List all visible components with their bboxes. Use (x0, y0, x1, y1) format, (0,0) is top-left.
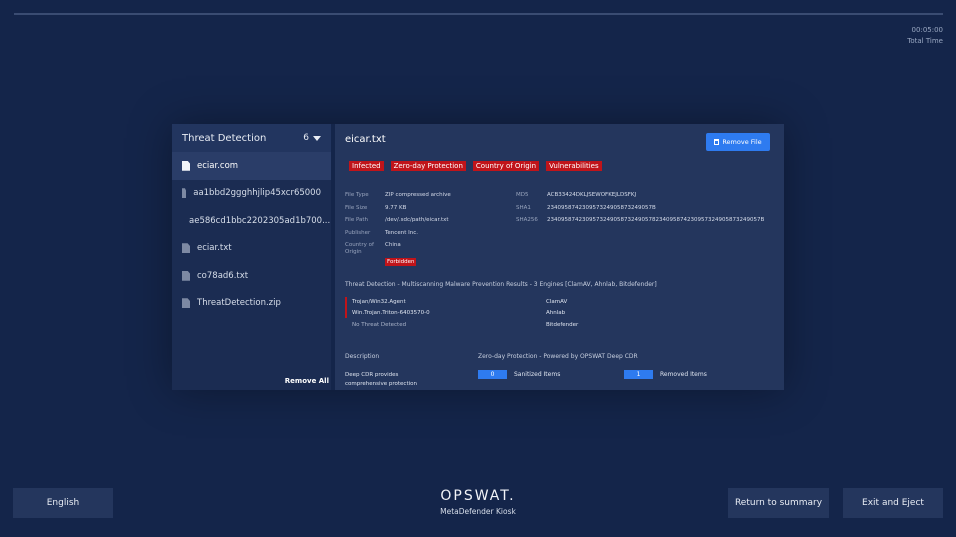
file-icon (182, 160, 190, 171)
tag-zero-day[interactable]: Zero-day Protection (390, 161, 466, 171)
removed-count: 1 (624, 370, 653, 379)
threat-tags: Infected Zero-day Protection Country of … (349, 161, 602, 171)
engine-results: Trojan/Win32.Agent ClamAV Win.Trojan.Trit… (345, 296, 765, 331)
file-title: eicar.txt (345, 134, 386, 145)
return-to-summary-button[interactable]: Return to summary (728, 488, 829, 518)
removed-items-stat: 1 Removed Items (624, 370, 707, 379)
results-panel: Threat Detection 6 eciar.com aa1bbd2ggghh… (172, 124, 784, 390)
remove-all-button[interactable]: Remove All (285, 377, 329, 385)
description-label: Description (345, 353, 380, 360)
file-list-item[interactable]: aa1bbd2ggghhjlip45xcr65000 (172, 180, 331, 208)
threat-detection-title: Threat Detection - Multiscanning Malware… (345, 281, 657, 288)
meta-row: File Path/dev/.sdc/path/eicar.txt (345, 217, 449, 223)
timer-value: 00:05:00 (911, 26, 943, 34)
file-name: aa1bbd2ggghhjlip45xcr65000 (193, 188, 321, 199)
file-name: eciar.com (197, 160, 239, 171)
hash-row: MD5 ACB33424DKLJSEWOFKEJLDSFKJ (516, 192, 637, 198)
country-label: Country of Origin (345, 242, 374, 255)
engine-row: Trojan/Win32.Agent ClamAV (352, 298, 568, 305)
hash-row: SHA1 234095874230957324905873249057B (516, 204, 656, 211)
file-metadata-left: File Type ZIP compressed archive File Siz… (345, 189, 451, 269)
session-progress-bar (14, 13, 943, 15)
sanitized-label: Sanitized Items (514, 371, 561, 378)
country-value: China (385, 242, 401, 248)
file-hashes: MD5 ACB33424DKLJSEWOFKEJLDSFKJ SHA1 234095… (516, 189, 764, 227)
forbidden-badge: Forbidden (385, 258, 417, 266)
meta-row: File Size 9.77 KB (345, 204, 407, 211)
tag-vulnerabilities[interactable]: Vulnerabilities (546, 161, 602, 171)
meta-row-country: Country of Origin China (345, 239, 451, 256)
file-list-item[interactable]: ae586cd1bbc2202305ad1b700... (172, 207, 331, 235)
exit-and-eject-button[interactable]: Exit and Eject (843, 488, 943, 518)
timer-label: Total Time (907, 37, 943, 45)
engine-row: No Threat Detected Bitdefender (352, 321, 579, 328)
file-list-item[interactable]: ThreatDetection.zip (172, 290, 331, 318)
engine-row: Win.Trojan.Triton-6403570-0 Ahnlab (352, 310, 566, 317)
file-name: eciar.txt (197, 243, 232, 254)
description-text: Deep CDR provides comprehensive protecti… (345, 372, 417, 387)
remove-file-label: Remove File (722, 138, 762, 146)
file-list-item[interactable]: eciar.com (172, 152, 331, 180)
sanitized-items-stat: 0 Sanitized Items (478, 370, 560, 379)
trash-icon (714, 139, 720, 145)
hash-row: SHA256 2340958742309573249058732490578234… (516, 217, 765, 223)
file-name: ThreatDetection.zip (197, 298, 281, 309)
file-icon (182, 188, 187, 199)
remove-file-button[interactable]: Remove File (706, 133, 770, 151)
file-count-dropdown[interactable]: 6 (303, 133, 321, 143)
sanitized-count: 0 (478, 370, 507, 379)
file-name: ae586cd1bbc2202305ad1b700... (189, 215, 331, 226)
file-icon (182, 243, 190, 254)
tag-infected[interactable]: Infected (349, 161, 384, 171)
cdr-label: Zero-day Protection - Powered by OPSWAT … (478, 353, 638, 360)
file-details-panel: eicar.txt Remove File Infected Zero-day … (335, 124, 784, 390)
file-list-header[interactable]: Threat Detection 6 (172, 124, 331, 152)
file-icon (182, 298, 190, 309)
meta-row: Publisher Tencent Inc. (345, 229, 418, 236)
file-icon (182, 270, 190, 281)
file-count: 6 (303, 133, 309, 143)
tag-country-of-origin[interactable]: Country of Origin (472, 161, 540, 171)
file-name: co78ad6.txt (197, 270, 249, 281)
file-list-item[interactable]: eciar.txt (172, 235, 331, 263)
file-list-item[interactable]: co78ad6.txt (172, 262, 331, 290)
chevron-down-icon (313, 135, 321, 141)
file-list-panel: Threat Detection 6 eciar.com aa1bbd2ggghh… (172, 124, 331, 390)
removed-label: Removed Items (660, 371, 707, 378)
file-list-title: Threat Detection (182, 132, 267, 144)
session-timer: 00:05:00 Total Time (907, 25, 943, 47)
meta-row: File Type ZIP compressed archive (345, 192, 451, 198)
threat-indicator-bar (345, 297, 347, 318)
